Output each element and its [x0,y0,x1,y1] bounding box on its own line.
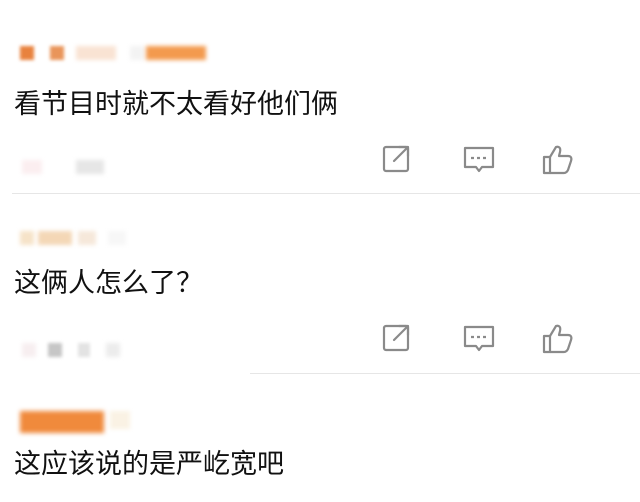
thumbs-up-icon [542,324,573,354]
divider [12,193,640,194]
comment-actions [380,321,610,357]
like-button[interactable] [540,321,574,355]
username-blurred[interactable] [20,46,220,66]
comment-item: 看节目时就不太看好他们俩 [0,0,640,195]
thumbs-up-icon [542,145,573,175]
comment-item: 这应该说的是严屹宽吧 [0,375,640,502]
comment-icon [463,146,495,173]
comment-text: 看节目时就不太看好他们俩 [14,89,338,120]
comment-meta-blurred [22,160,122,178]
share-button[interactable] [380,321,414,355]
divider [250,373,640,374]
comment-button[interactable] [462,142,496,176]
comment-text: 这应该说的是严屹宽吧 [14,449,284,480]
comment-button[interactable] [462,321,496,355]
comment-icon [463,325,495,352]
comment-meta-blurred [22,343,142,361]
share-button[interactable] [380,142,414,176]
share-icon [382,145,410,173]
like-button[interactable] [540,142,574,176]
username-blurred[interactable] [20,411,160,433]
share-icon [382,324,410,352]
username-blurred[interactable] [20,231,160,251]
comment-text: 这俩人怎么了？ [14,268,203,299]
comment-actions [380,142,610,178]
comment-item: 这俩人怎么了？ [0,195,640,375]
